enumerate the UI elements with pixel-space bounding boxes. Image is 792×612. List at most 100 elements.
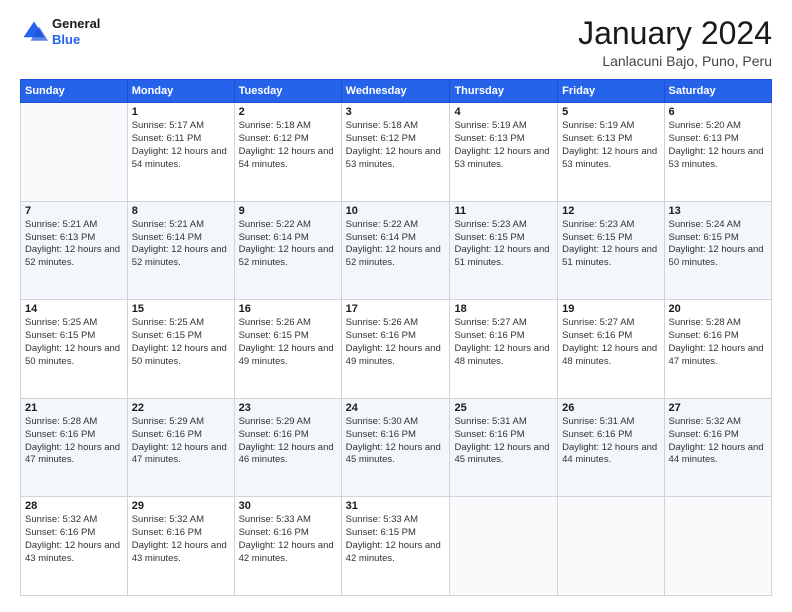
day-info: Sunrise: 5:19 AM Sunset: 6:13 PM Dayligh… [562,120,659,171]
day-number: 30 [239,500,337,512]
calendar-cell [21,103,128,202]
calendar-cell: 17 Sunrise: 5:26 AM Sunset: 6:16 PM Dayli… [341,300,450,399]
day-number: 6 [669,106,767,118]
day-number: 1 [132,106,230,118]
day-number: 14 [25,303,123,315]
day-info: Sunrise: 5:25 AM Sunset: 6:15 PM Dayligh… [132,317,230,368]
calendar-cell: 3Sunrise: 5:18 AM Sunset: 6:12 PM Daylig… [341,103,450,202]
day-number: 17 [346,303,446,315]
calendar-cell: 5 Sunrise: 5:19 AM Sunset: 6:13 PM Daylig… [558,103,664,202]
day-number: 29 [132,500,230,512]
logo-general: General [52,16,100,32]
header: General Blue January 2024 Lanlacuni Bajo… [20,16,772,69]
day-number: 16 [239,303,337,315]
day-info: Sunrise: 5:20 AM Sunset: 6:13 PM Dayligh… [669,120,767,171]
calendar-cell: 15 Sunrise: 5:25 AM Sunset: 6:15 PM Dayli… [127,300,234,399]
calendar-cell: 22Sunrise: 5:29 AM Sunset: 6:16 PM Dayli… [127,398,234,497]
calendar-cell: 9Sunrise: 5:22 AM Sunset: 6:14 PM Daylig… [234,201,341,300]
day-info: Sunrise: 5:24 AM Sunset: 6:15 PM Dayligh… [669,219,767,270]
calendar-cell: 31Sunrise: 5:33 AM Sunset: 6:15 PM Dayli… [341,497,450,596]
day-number: 12 [562,205,659,217]
day-number: 5 [562,106,659,118]
day-info: Sunrise: 5:28 AM Sunset: 6:16 PM Dayligh… [669,317,767,368]
day-header-monday: Monday [127,80,234,103]
calendar-cell [450,497,558,596]
calendar-cell: 27 Sunrise: 5:32 AM Sunset: 6:16 PM Dayli… [664,398,771,497]
day-info: Sunrise: 5:18 AM Sunset: 6:12 PM Dayligh… [346,120,446,171]
day-info: Sunrise: 5:32 AM Sunset: 6:16 PM Dayligh… [132,514,230,565]
day-number: 15 [132,303,230,315]
calendar-page: General Blue January 2024 Lanlacuni Bajo… [0,0,792,612]
calendar-cell [558,497,664,596]
location: Lanlacuni Bajo, Puno, Peru [578,53,772,69]
month-title: January 2024 [578,16,772,51]
calendar-cell: 7 Sunrise: 5:21 AM Sunset: 6:13 PM Daylig… [21,201,128,300]
calendar-cell: 29 Sunrise: 5:32 AM Sunset: 6:16 PM Dayli… [127,497,234,596]
day-info: Sunrise: 5:21 AM Sunset: 6:13 PM Dayligh… [25,219,123,270]
day-info: Sunrise: 5:25 AM Sunset: 6:15 PM Dayligh… [25,317,123,368]
day-number: 21 [25,402,123,414]
calendar-table: SundayMondayTuesdayWednesdayThursdayFrid… [20,79,772,596]
day-info: Sunrise: 5:30 AM Sunset: 6:16 PM Dayligh… [346,416,446,467]
calendar-cell: 16 Sunrise: 5:26 AM Sunset: 6:15 PM Dayli… [234,300,341,399]
day-header-tuesday: Tuesday [234,80,341,103]
calendar-cell: 30 Sunrise: 5:33 AM Sunset: 6:16 PM Dayli… [234,497,341,596]
title-block: January 2024 Lanlacuni Bajo, Puno, Peru [578,16,772,69]
day-info: Sunrise: 5:26 AM Sunset: 6:16 PM Dayligh… [346,317,446,368]
calendar-cell: 6 Sunrise: 5:20 AM Sunset: 6:13 PM Daylig… [664,103,771,202]
day-header-wednesday: Wednesday [341,80,450,103]
logo-blue: Blue [52,32,100,48]
day-header-sunday: Sunday [21,80,128,103]
day-info: Sunrise: 5:29 AM Sunset: 6:16 PM Dayligh… [132,416,230,467]
day-number: 8 [132,205,230,217]
calendar-cell: 12 Sunrise: 5:23 AM Sunset: 6:15 PM Dayli… [558,201,664,300]
day-number: 27 [669,402,767,414]
day-info: Sunrise: 5:29 AM Sunset: 6:16 PM Dayligh… [239,416,337,467]
day-number: 7 [25,205,123,217]
day-info: Sunrise: 5:33 AM Sunset: 6:16 PM Dayligh… [239,514,337,565]
logo: General Blue [20,16,100,47]
calendar-cell [664,497,771,596]
day-number: 4 [454,106,553,118]
day-info: Sunrise: 5:22 AM Sunset: 6:14 PM Dayligh… [346,219,446,270]
day-info: Sunrise: 5:28 AM Sunset: 6:16 PM Dayligh… [25,416,123,467]
calendar-cell: 18 Sunrise: 5:27 AM Sunset: 6:16 PM Dayli… [450,300,558,399]
day-number: 31 [346,500,446,512]
day-info: Sunrise: 5:32 AM Sunset: 6:16 PM Dayligh… [669,416,767,467]
calendar-cell: 25Sunrise: 5:31 AM Sunset: 6:16 PM Dayli… [450,398,558,497]
day-header-thursday: Thursday [450,80,558,103]
logo-icon [20,18,48,46]
day-info: Sunrise: 5:31 AM Sunset: 6:16 PM Dayligh… [454,416,553,467]
calendar-cell: 19 Sunrise: 5:27 AM Sunset: 6:16 PM Dayli… [558,300,664,399]
day-number: 20 [669,303,767,315]
day-info: Sunrise: 5:32 AM Sunset: 6:16 PM Dayligh… [25,514,123,565]
day-number: 19 [562,303,659,315]
calendar-cell: 11 Sunrise: 5:23 AM Sunset: 6:15 PM Dayli… [450,201,558,300]
calendar-cell: 24 Sunrise: 5:30 AM Sunset: 6:16 PM Dayli… [341,398,450,497]
day-info: Sunrise: 5:18 AM Sunset: 6:12 PM Dayligh… [239,120,337,171]
day-info: Sunrise: 5:23 AM Sunset: 6:15 PM Dayligh… [562,219,659,270]
day-header-saturday: Saturday [664,80,771,103]
day-number: 11 [454,205,553,217]
day-info: Sunrise: 5:19 AM Sunset: 6:13 PM Dayligh… [454,120,553,171]
calendar-cell: 10Sunrise: 5:22 AM Sunset: 6:14 PM Dayli… [341,201,450,300]
day-number: 28 [25,500,123,512]
day-info: Sunrise: 5:27 AM Sunset: 6:16 PM Dayligh… [562,317,659,368]
calendar-cell: 21 Sunrise: 5:28 AM Sunset: 6:16 PM Dayli… [21,398,128,497]
calendar-cell: 2Sunrise: 5:18 AM Sunset: 6:12 PM Daylig… [234,103,341,202]
calendar-cell: 1Sunrise: 5:17 AM Sunset: 6:11 PM Daylig… [127,103,234,202]
day-info: Sunrise: 5:22 AM Sunset: 6:14 PM Dayligh… [239,219,337,270]
calendar-cell: 23Sunrise: 5:29 AM Sunset: 6:16 PM Dayli… [234,398,341,497]
day-header-friday: Friday [558,80,664,103]
day-number: 26 [562,402,659,414]
calendar-cell: 28 Sunrise: 5:32 AM Sunset: 6:16 PM Dayli… [21,497,128,596]
day-number: 13 [669,205,767,217]
day-number: 18 [454,303,553,315]
day-info: Sunrise: 5:23 AM Sunset: 6:15 PM Dayligh… [454,219,553,270]
calendar-cell: 26Sunrise: 5:31 AM Sunset: 6:16 PM Dayli… [558,398,664,497]
day-info: Sunrise: 5:21 AM Sunset: 6:14 PM Dayligh… [132,219,230,270]
day-number: 24 [346,402,446,414]
day-info: Sunrise: 5:26 AM Sunset: 6:15 PM Dayligh… [239,317,337,368]
calendar-cell: 14 Sunrise: 5:25 AM Sunset: 6:15 PM Dayli… [21,300,128,399]
day-info: Sunrise: 5:27 AM Sunset: 6:16 PM Dayligh… [454,317,553,368]
